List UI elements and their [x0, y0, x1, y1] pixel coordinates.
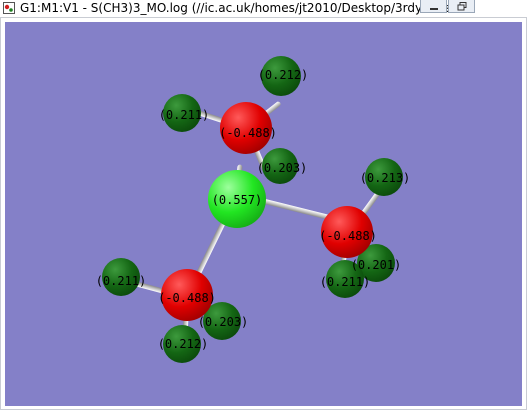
charge-label-s: (0.557): [211, 193, 263, 207]
charge-label-c2: (-0.488): [319, 229, 377, 243]
charge-label-h3: (0.203): [256, 161, 308, 175]
restore-icon: [457, 2, 467, 11]
charge-label-h8: (0.203): [197, 315, 249, 329]
charge-label-h1: (0.212): [257, 68, 309, 82]
charge-label-h4: (0.213): [359, 171, 411, 185]
charge-label-h5: (0.201): [350, 258, 402, 272]
minimize-button[interactable]: [420, 0, 447, 13]
charge-label-h9: (0.212): [157, 337, 209, 351]
window-title: G1:M1:V1 - S(CH3)3_MO.log (//ic.ac.uk/ho…: [20, 1, 464, 15]
charge-label-h7: (0.211): [95, 274, 147, 288]
molecule-viewport[interactable]: (0.212) (0.211) (-0.488) (0.203) (0.213)…: [5, 22, 522, 406]
title-bar[interactable]: G1:M1:V1 - S(CH3)3_MO.log (//ic.ac.uk/ho…: [0, 0, 527, 17]
gaussview-icon: [3, 2, 15, 14]
charge-label-h2: (0.211): [158, 108, 210, 122]
charge-label-c3: (-0.488): [158, 291, 216, 305]
restore-button[interactable]: [448, 0, 475, 13]
minimize-icon: [430, 8, 438, 10]
charge-label-h6: (0.211): [319, 275, 371, 289]
charge-label-c1: (-0.488): [219, 126, 277, 140]
